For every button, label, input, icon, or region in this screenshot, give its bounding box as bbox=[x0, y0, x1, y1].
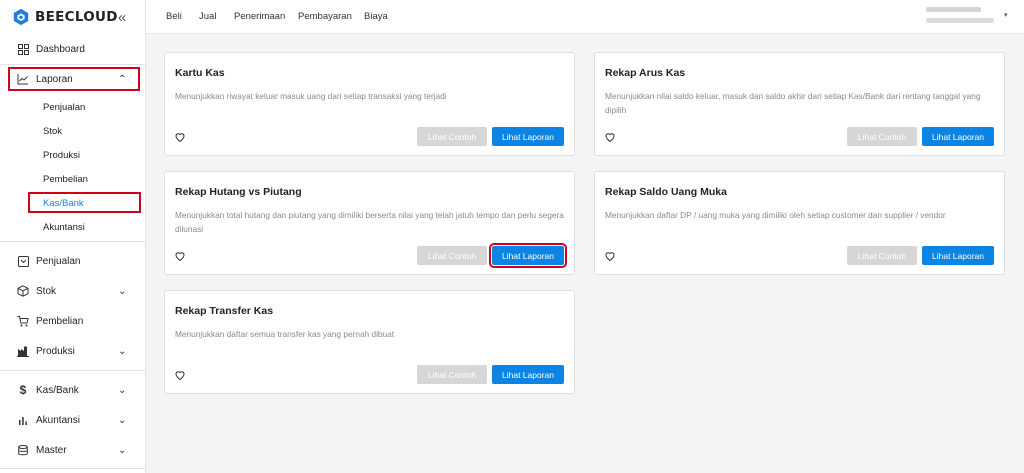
bar-chart-icon bbox=[16, 413, 30, 427]
chevron-down-icon: ⌄ bbox=[118, 444, 127, 456]
sidebar-subitem-akuntansi[interactable]: Akuntansi bbox=[43, 222, 85, 233]
topnav-jual[interactable]: Jual bbox=[199, 11, 216, 22]
card-description: Menunjukkan nilai saldo keluar, masuk da… bbox=[605, 91, 981, 115]
report-card-rekap-saldo-uang-muka: Rekap Saldo Uang Muka Menunjukkan daftar… bbox=[594, 171, 1005, 275]
sidebar-item-pembelian[interactable]: Pembelian bbox=[0, 310, 145, 332]
sidebar-item-label: Akuntansi bbox=[36, 414, 80, 426]
beecloud-logo-icon bbox=[13, 8, 29, 26]
heart-icon[interactable] bbox=[174, 131, 186, 143]
divider bbox=[0, 64, 145, 65]
lihat-laporan-button[interactable]: Lihat Laporan bbox=[489, 243, 567, 268]
receipt-icon bbox=[16, 254, 30, 268]
database-icon bbox=[16, 443, 30, 457]
chevron-down-icon: ⌄ bbox=[118, 285, 127, 297]
sidebar-item-label: Kas/Bank bbox=[36, 384, 79, 396]
sidebar-item-penjualan[interactable]: Penjualan bbox=[0, 250, 145, 272]
sidebar-subitem-pembelian[interactable]: Pembelian bbox=[43, 174, 88, 185]
topnav-penerimaan[interactable]: Penerimaan bbox=[234, 11, 285, 22]
report-card-rekap-hutang-piutang: Rekap Hutang vs Piutang Menunjukkan tota… bbox=[164, 171, 575, 275]
user-email-blurred bbox=[926, 18, 994, 23]
card-description: Menunjukkan daftar DP / uang muka yang d… bbox=[605, 210, 946, 220]
lihat-laporan-button[interactable]: Lihat Laporan bbox=[492, 365, 564, 384]
sidebar-subitem-penjualan[interactable]: Penjualan bbox=[43, 102, 85, 113]
report-card-rekap-arus-kas: Rekap Arus Kas Menunjukkan nilai saldo k… bbox=[594, 52, 1005, 156]
sidebar: BEECLOUD « Dashboard Laporan ⌃ Penjualan… bbox=[0, 0, 146, 473]
card-title: Rekap Arus Kas bbox=[605, 67, 686, 79]
card-title: Rekap Transfer Kas bbox=[175, 305, 274, 317]
grid-icon bbox=[16, 42, 30, 56]
lihat-contoh-button[interactable]: Lihat Contoh bbox=[417, 127, 487, 146]
collapse-sidebar-icon[interactable]: « bbox=[118, 9, 126, 26]
factory-icon bbox=[16, 344, 30, 358]
card-title: Rekap Hutang vs Piutang bbox=[175, 186, 302, 198]
lihat-contoh-button[interactable]: Lihat Contoh bbox=[417, 246, 487, 265]
sidebar-item-kasbank[interactable]: $ Kas/Bank ⌄ bbox=[0, 379, 145, 401]
heart-icon[interactable] bbox=[604, 250, 616, 262]
sidebar-item-produksi[interactable]: Produksi ⌄ bbox=[0, 340, 145, 362]
sidebar-subitem-stok[interactable]: Stok bbox=[43, 126, 62, 137]
sidebar-item-label: Pembelian bbox=[36, 315, 84, 327]
card-description: Menunjukkan daftar semua transfer kas ya… bbox=[175, 329, 395, 339]
report-card-kartu-kas: Kartu Kas Menunjukkan riwayat keluar mas… bbox=[164, 52, 575, 156]
sidebar-item-label: Penjualan bbox=[36, 255, 81, 267]
sidebar-item-akuntansi[interactable]: Akuntansi ⌄ bbox=[0, 409, 145, 431]
topnav-biaya[interactable]: Biaya bbox=[364, 11, 388, 22]
topnav-beli[interactable]: Beli bbox=[166, 11, 182, 22]
card-description: Menunjukkan riwayat keluar masuk uang da… bbox=[175, 91, 447, 101]
highlight-kasbank bbox=[28, 192, 141, 213]
user-name-blurred bbox=[926, 7, 981, 12]
card-title: Kartu Kas bbox=[175, 67, 225, 79]
top-bar: Beli Jual Penerimaan Pembayaran Biaya ▾ bbox=[146, 0, 1024, 34]
highlight-laporan bbox=[8, 67, 140, 91]
sidebar-item-label: Produksi bbox=[36, 345, 75, 357]
chevron-down-icon: ⌄ bbox=[118, 345, 127, 357]
lihat-contoh-button[interactable]: Lihat Contoh bbox=[847, 246, 917, 265]
sidebar-item-label: Stok bbox=[36, 285, 57, 297]
card-description: Menunjukkan total hutang dan piutang yan… bbox=[175, 210, 564, 234]
sidebar-item-dashboard[interactable]: Dashboard bbox=[0, 38, 145, 60]
dollar-icon: $ bbox=[19, 383, 27, 397]
chevron-down-icon: ⌄ bbox=[118, 414, 127, 426]
heart-icon[interactable] bbox=[174, 369, 186, 381]
brand-name: BEECLOUD bbox=[35, 9, 118, 25]
caret-down-icon: ▾ bbox=[1004, 12, 1008, 19]
cart-icon bbox=[16, 314, 30, 328]
divider bbox=[0, 370, 145, 371]
box-icon bbox=[16, 284, 30, 298]
heart-icon[interactable] bbox=[604, 131, 616, 143]
topnav-pembayaran[interactable]: Pembayaran bbox=[298, 11, 352, 22]
lihat-laporan-button[interactable]: Lihat Laporan bbox=[492, 127, 564, 146]
sidebar-subitem-produksi[interactable]: Produksi bbox=[43, 150, 80, 161]
sidebar-item-stok[interactable]: Stok ⌄ bbox=[0, 280, 145, 302]
sidebar-item-label: Master bbox=[36, 444, 67, 456]
sidebar-item-label: Dashboard bbox=[36, 43, 85, 55]
report-card-rekap-transfer-kas: Rekap Transfer Kas Menunjukkan daftar se… bbox=[164, 290, 575, 394]
lihat-contoh-button[interactable]: Lihat Contoh bbox=[847, 127, 917, 146]
lihat-laporan-button[interactable]: Lihat Laporan bbox=[922, 127, 994, 146]
card-title: Rekap Saldo Uang Muka bbox=[605, 186, 727, 198]
chevron-down-icon: ⌄ bbox=[118, 384, 127, 396]
divider bbox=[0, 241, 145, 242]
heart-icon[interactable] bbox=[174, 250, 186, 262]
sidebar-item-master[interactable]: Master ⌄ bbox=[0, 439, 145, 461]
user-menu[interactable]: ▾ bbox=[924, 5, 1014, 27]
divider bbox=[0, 468, 145, 469]
lihat-contoh-button[interactable]: Lihat Contoh bbox=[417, 365, 487, 384]
lihat-laporan-button[interactable]: Lihat Laporan bbox=[922, 246, 994, 265]
